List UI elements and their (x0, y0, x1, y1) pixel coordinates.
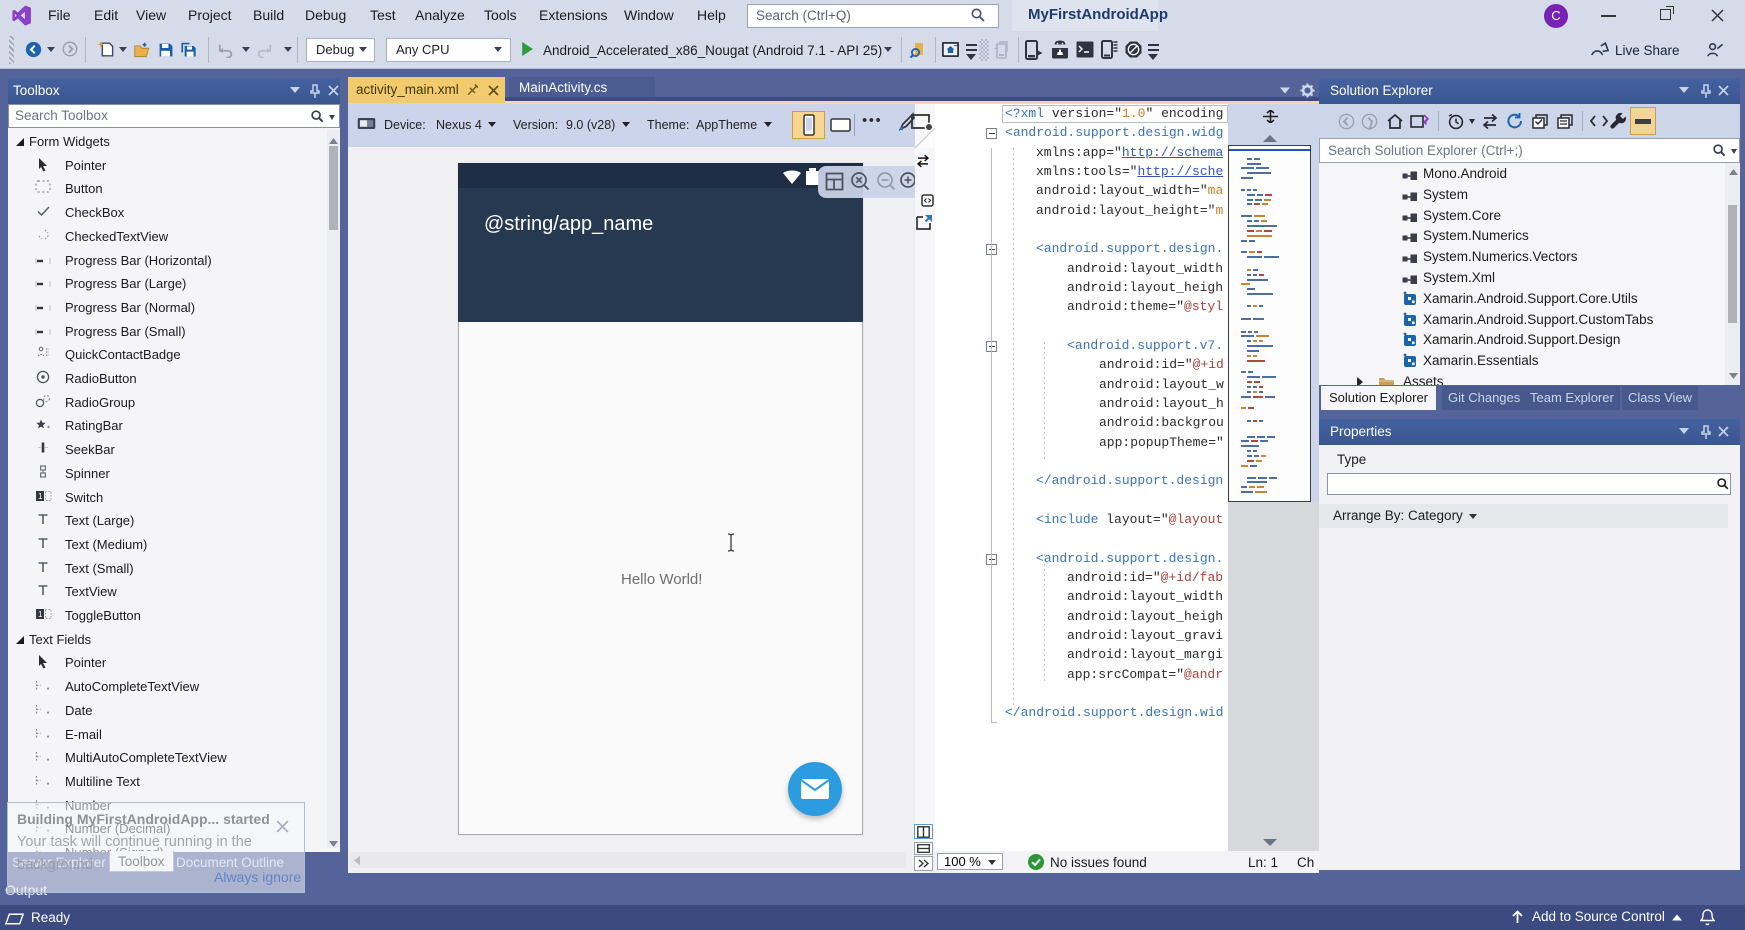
svg-text:1: 1 (38, 492, 43, 501)
svg-text:1: 1 (38, 610, 43, 619)
